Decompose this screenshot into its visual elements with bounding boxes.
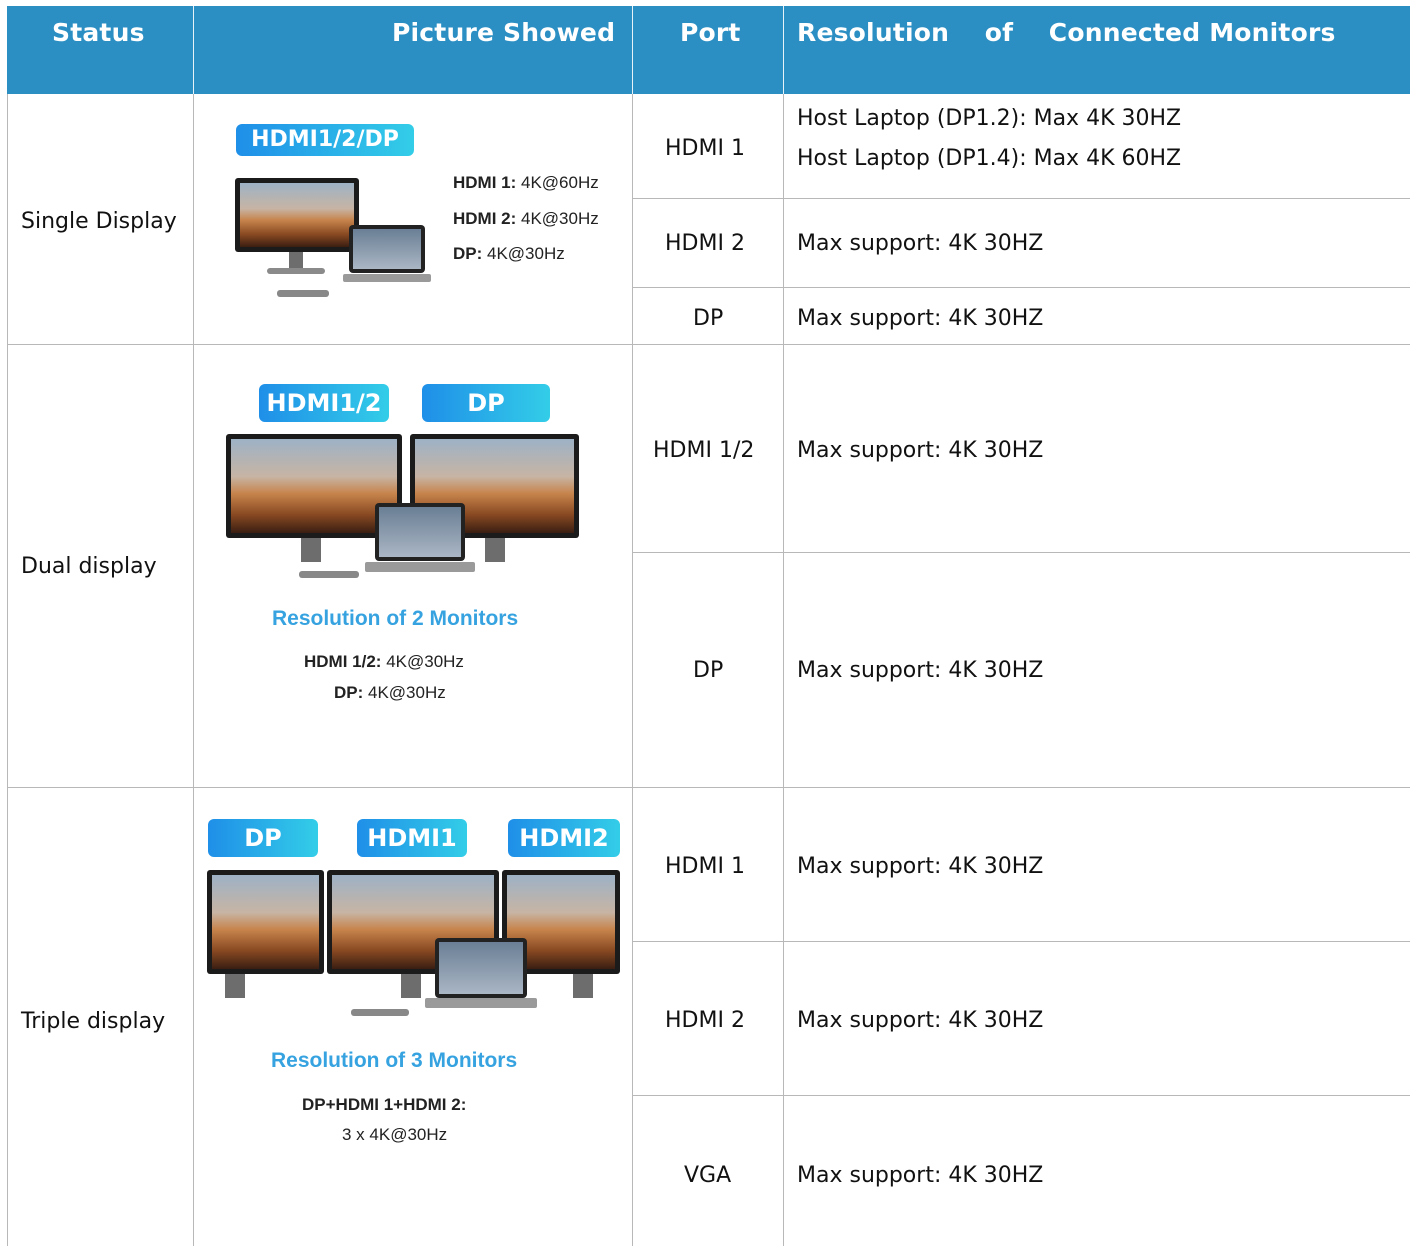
laptop-icon xyxy=(349,225,425,273)
single-display-picture: HDMI1/2/DP HDMI 1: 4K@60Hz HDMI 2: 4K@30… xyxy=(215,118,625,308)
table-header: Status Picture Showed Port Resolution of… xyxy=(7,6,1410,94)
resolution-text: Max support: 4K 30HZ xyxy=(797,1008,1044,1033)
badge-hdmi-dp: HDMI1/2/DP xyxy=(236,124,414,156)
divider xyxy=(632,941,1410,942)
monitor-stand xyxy=(225,974,245,998)
badge-dp: DP xyxy=(208,819,318,857)
spec-line: DP: 4K@30Hz xyxy=(453,244,565,263)
divider xyxy=(193,94,194,1246)
hub-icon xyxy=(277,290,329,297)
monitor-stand xyxy=(485,538,505,562)
spec-line: DP: 4K@30Hz xyxy=(334,683,446,702)
monitor-stand xyxy=(301,538,321,562)
divider xyxy=(632,94,633,1246)
laptop-icon xyxy=(435,938,527,998)
resolution-text: Max support: 4K 30HZ xyxy=(797,658,1044,683)
header-status: Status xyxy=(52,18,145,47)
port-dp: DP xyxy=(693,306,724,331)
status-triple: Triple display xyxy=(21,1009,166,1034)
resolution-text: Max support: 4K 30HZ xyxy=(797,854,1044,879)
hub-icon xyxy=(351,1009,409,1016)
dual-display-picture: HDMI1/2 DP Resolution of 2 Monitors HDMI… xyxy=(215,380,610,710)
hub-icon xyxy=(299,571,359,578)
port-hdmi1: HDMI 1 xyxy=(665,854,745,879)
laptop-base xyxy=(343,274,431,282)
spec-line: DP+HDMI 1+HDMI 2: xyxy=(302,1095,467,1114)
divider xyxy=(7,344,1410,345)
monitor-base xyxy=(267,268,325,274)
header-resolution: Resolution of Connected Monitors xyxy=(797,18,1336,47)
divider xyxy=(783,94,784,1246)
divider xyxy=(632,6,633,94)
divider xyxy=(193,6,194,94)
laptop-base xyxy=(365,562,475,572)
divider xyxy=(632,552,1410,553)
header-port: Port xyxy=(680,18,741,47)
spec-line: HDMI 1/2: 4K@30Hz xyxy=(304,652,464,671)
status-dual: Dual display xyxy=(21,554,157,579)
badge-hdmi12: HDMI1/2 xyxy=(259,384,389,422)
resolution-text: Host Laptop (DP1.4): Max 4K 60HZ xyxy=(797,146,1182,171)
resolution-title: Resolution of 2 Monitors xyxy=(272,607,519,630)
spec-line: HDMI 2: 4K@30Hz xyxy=(453,209,599,228)
comparison-table: Status Picture Showed Port Resolution of… xyxy=(0,0,1410,1246)
port-hdmi2: HDMI 2 xyxy=(665,1008,745,1033)
laptop-icon xyxy=(375,503,465,561)
divider xyxy=(632,198,1410,199)
divider xyxy=(632,287,1410,288)
divider xyxy=(7,94,8,1246)
badge-dp: DP xyxy=(422,384,550,422)
divider xyxy=(7,787,1410,788)
monitor-stand xyxy=(573,974,593,998)
port-hdmi12: HDMI 1/2 xyxy=(653,438,755,463)
port-hdmi1: HDMI 1 xyxy=(665,136,745,161)
spec-line: 3 x 4K@30Hz xyxy=(342,1125,448,1144)
port-hdmi2: HDMI 2 xyxy=(665,231,745,256)
badge-hdmi2: HDMI2 xyxy=(508,819,620,857)
monitor-icon xyxy=(207,870,324,974)
status-single: Single Display xyxy=(21,209,177,234)
resolution-text: Host Laptop (DP1.2): Max 4K 30HZ xyxy=(797,106,1182,131)
port-dp: DP xyxy=(693,658,724,683)
monitor-stand xyxy=(401,974,421,998)
resolution-text: Max support: 4K 30HZ xyxy=(797,306,1044,331)
header-picture: Picture Showed xyxy=(392,18,616,47)
divider xyxy=(783,6,784,94)
divider xyxy=(632,1095,1410,1096)
resolution-text: Max support: 4K 30HZ xyxy=(797,1163,1044,1188)
resolution-text: Max support: 4K 30HZ xyxy=(797,438,1044,463)
port-vga: VGA xyxy=(684,1163,732,1188)
laptop-base xyxy=(425,998,537,1008)
badge-hdmi1: HDMI1 xyxy=(357,819,467,857)
triple-display-picture: DP HDMI1 HDMI2 Resolution of 3 Monitors … xyxy=(205,815,625,1155)
resolution-text: Max support: 4K 30HZ xyxy=(797,231,1044,256)
monitor-icon xyxy=(235,178,359,252)
resolution-title: Resolution of 3 Monitors xyxy=(271,1049,518,1072)
spec-line: HDMI 1: 4K@60Hz xyxy=(453,173,599,192)
